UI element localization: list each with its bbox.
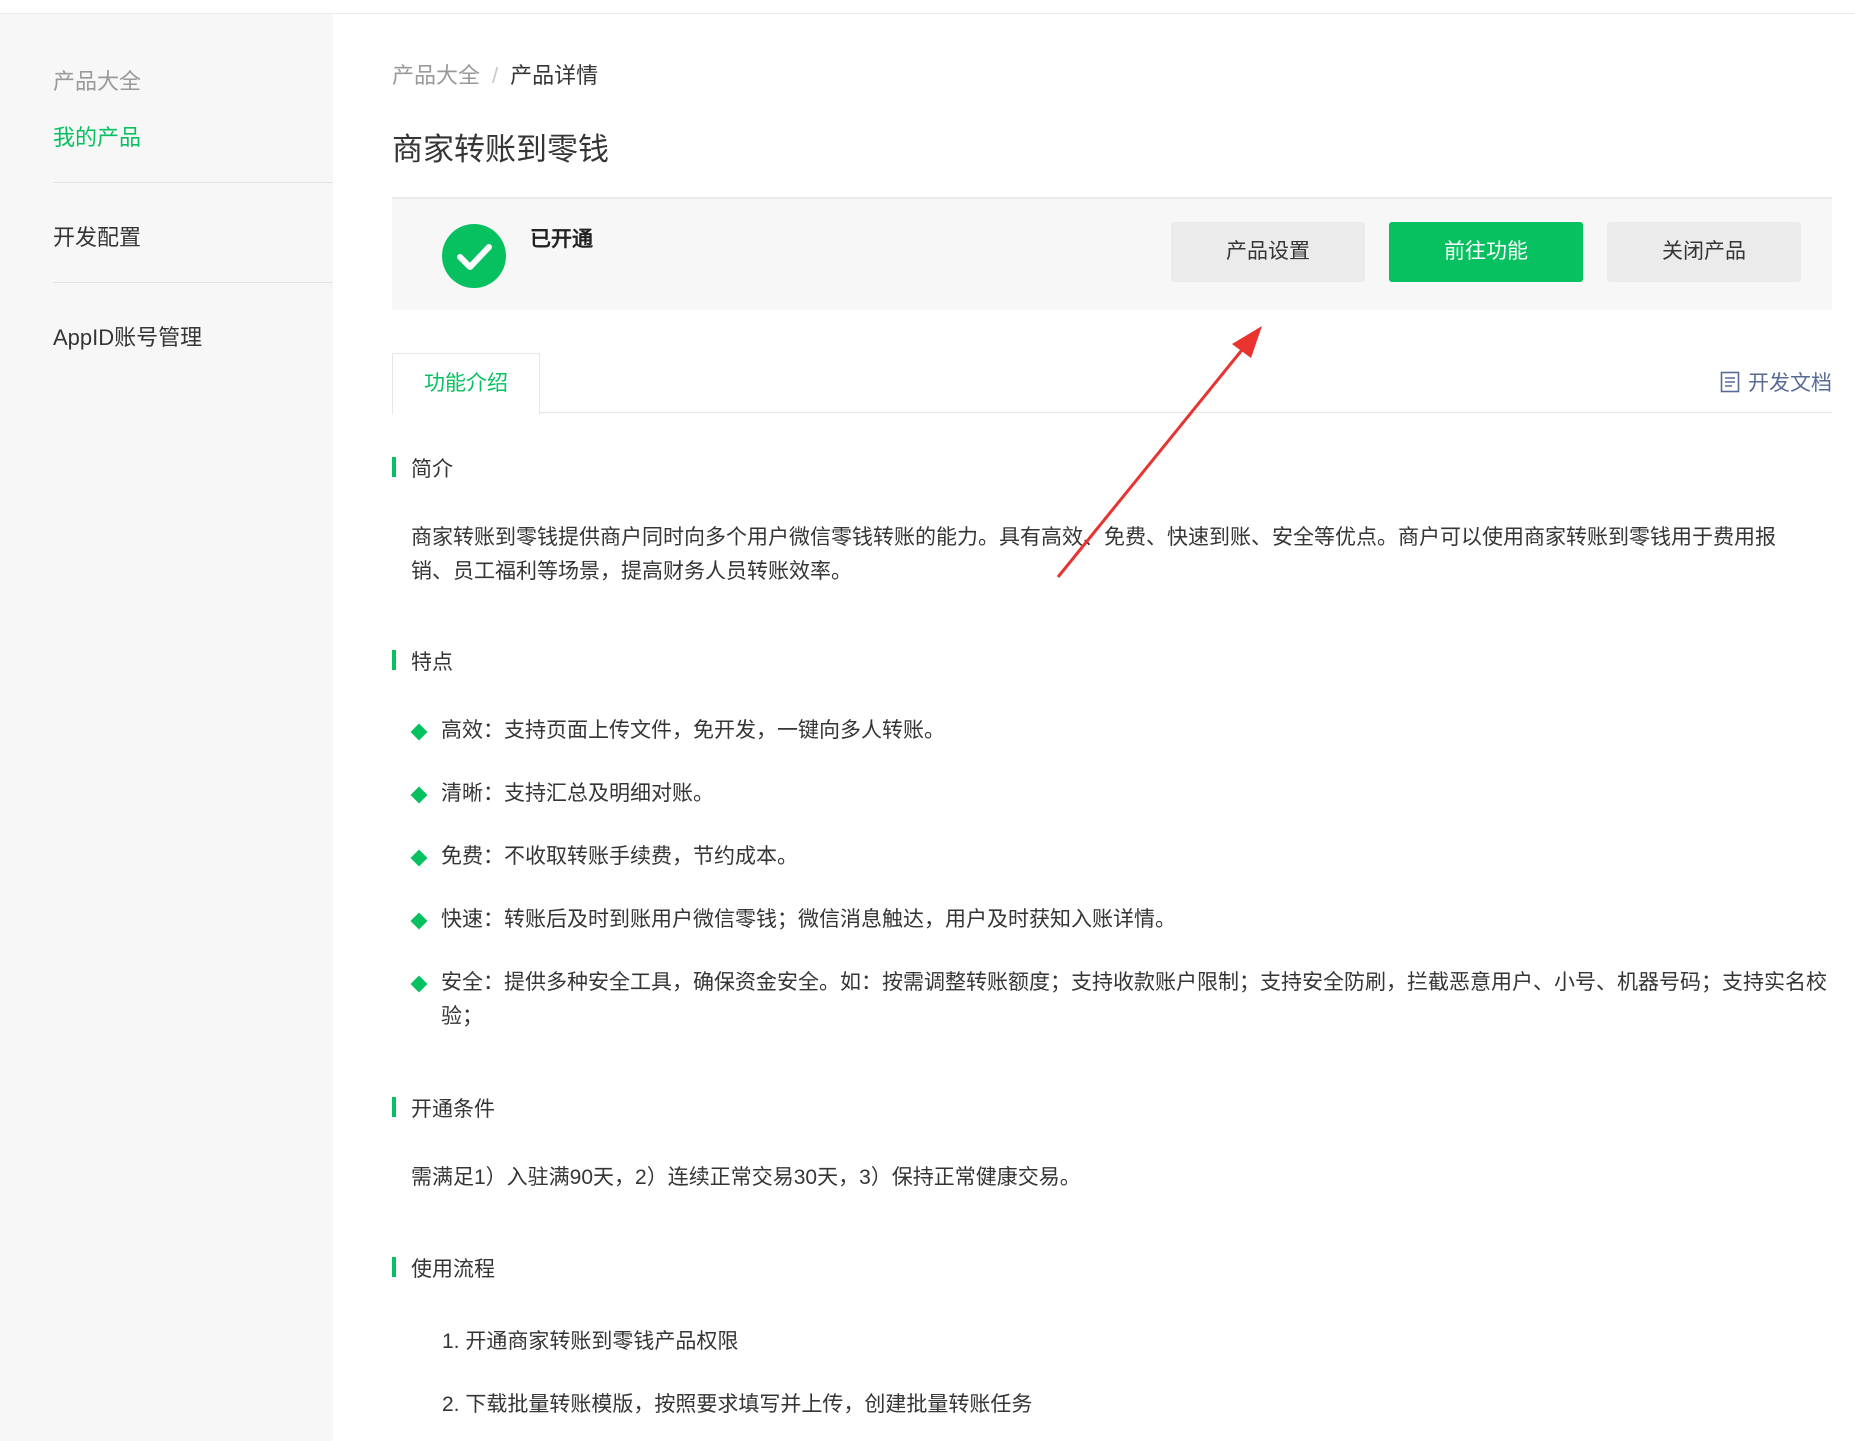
sidebar-divider [53, 182, 333, 183]
feature-text: 清晰：支持汇总及明细对账。 [441, 782, 714, 805]
main-content: 产品大全 / 产品详情 商家转账到零钱 已开通 产品设置 前往功能 关闭产品 功能介… [392, 0, 1832, 1441]
breadcrumb-link-all-products[interactable]: 产品大全 [392, 63, 480, 88]
tab-feature-intro[interactable]: 功能介绍 [392, 353, 540, 415]
breadcrumb: 产品大全 / 产品详情 [392, 58, 598, 90]
section-heading-process: 使用流程 [392, 1253, 495, 1283]
conditions-paragraph: 需满足1）入驻满90天，2）连续正常交易30天，3）保持正常健康交易。 [411, 1166, 1081, 1189]
sidebar-item-dev-config[interactable]: 开发配置 [53, 220, 141, 252]
sidebar-item-appid-management[interactable]: AppID账号管理 [53, 320, 202, 352]
list-item: 安全：提供多种安全工具，确保资金安全。如：按需调整转账额度；支持收款账户限制；支… [410, 966, 1831, 1034]
feature-text: 高效：支持页面上传文件，免开发，一键向多人转账。 [441, 719, 945, 742]
process-step: 1. 开通商家转账到零钱产品权限 [442, 1330, 739, 1353]
intro-paragraph: 商家转账到零钱提供商户同时向多个用户微信零钱转账的能力。具有高效、免费、快速到账… [411, 526, 1776, 583]
list-item: 清晰：支持汇总及明细对账。 [410, 777, 1831, 811]
diamond-bullet-icon [410, 849, 428, 867]
sidebar-item-my-products[interactable]: 我的产品 [53, 120, 141, 152]
process-step: 2. 下载批量转账模版，按照要求填写并上传，创建批量转账任务 [442, 1393, 1033, 1416]
breadcrumb-current: 产品详情 [510, 63, 599, 88]
feature-text: 安全：提供多种安全工具，确保资金安全。如：按需调整转账额度；支持收款账户限制；支… [441, 971, 1827, 1028]
diamond-bullet-icon [410, 723, 428, 741]
sidebar-item-all-products[interactable]: 产品大全 [53, 64, 141, 96]
diamond-bullet-icon [410, 975, 428, 993]
list-item: 快速：转账后及时到账用户微信零钱；微信消息触达，用户及时获知入账详情。 [410, 903, 1831, 937]
product-settings-button[interactable]: 产品设置 [1171, 222, 1365, 282]
feature-text: 快速：转账后及时到账用户微信零钱；微信消息触达，用户及时获知入账详情。 [441, 908, 1176, 931]
breadcrumb-separator: / [492, 63, 499, 88]
dev-docs-label: 开发文档 [1748, 372, 1832, 395]
sidebar-divider [53, 282, 333, 283]
status-panel: 已开通 产品设置 前往功能 关闭产品 [392, 197, 1832, 310]
close-product-button[interactable]: 关闭产品 [1607, 222, 1801, 282]
check-circle-icon [442, 224, 506, 288]
diamond-bullet-icon [410, 786, 428, 804]
section-heading-conditions: 开通条件 [392, 1093, 495, 1123]
feature-text: 免费：不收取转账手续费，节约成本。 [441, 845, 798, 868]
section-heading-features: 特点 [392, 646, 453, 676]
sidebar: 产品大全 我的产品 开发配置 AppID账号管理 [0, 14, 333, 1441]
go-to-function-button[interactable]: 前往功能 [1389, 222, 1583, 282]
dev-docs-link[interactable]: 开发文档 [1720, 367, 1832, 397]
tab-divider [392, 412, 1832, 413]
list-item: 高效：支持页面上传文件，免开发，一键向多人转账。 [410, 714, 1831, 748]
status-label: 已开通 [530, 228, 593, 251]
section-heading-intro: 简介 [392, 453, 453, 483]
page-title: 商家转账到零钱 [392, 132, 609, 167]
document-icon [1720, 371, 1740, 393]
list-item: 免费：不收取转账手续费，节约成本。 [410, 840, 1831, 874]
diamond-bullet-icon [410, 912, 428, 930]
